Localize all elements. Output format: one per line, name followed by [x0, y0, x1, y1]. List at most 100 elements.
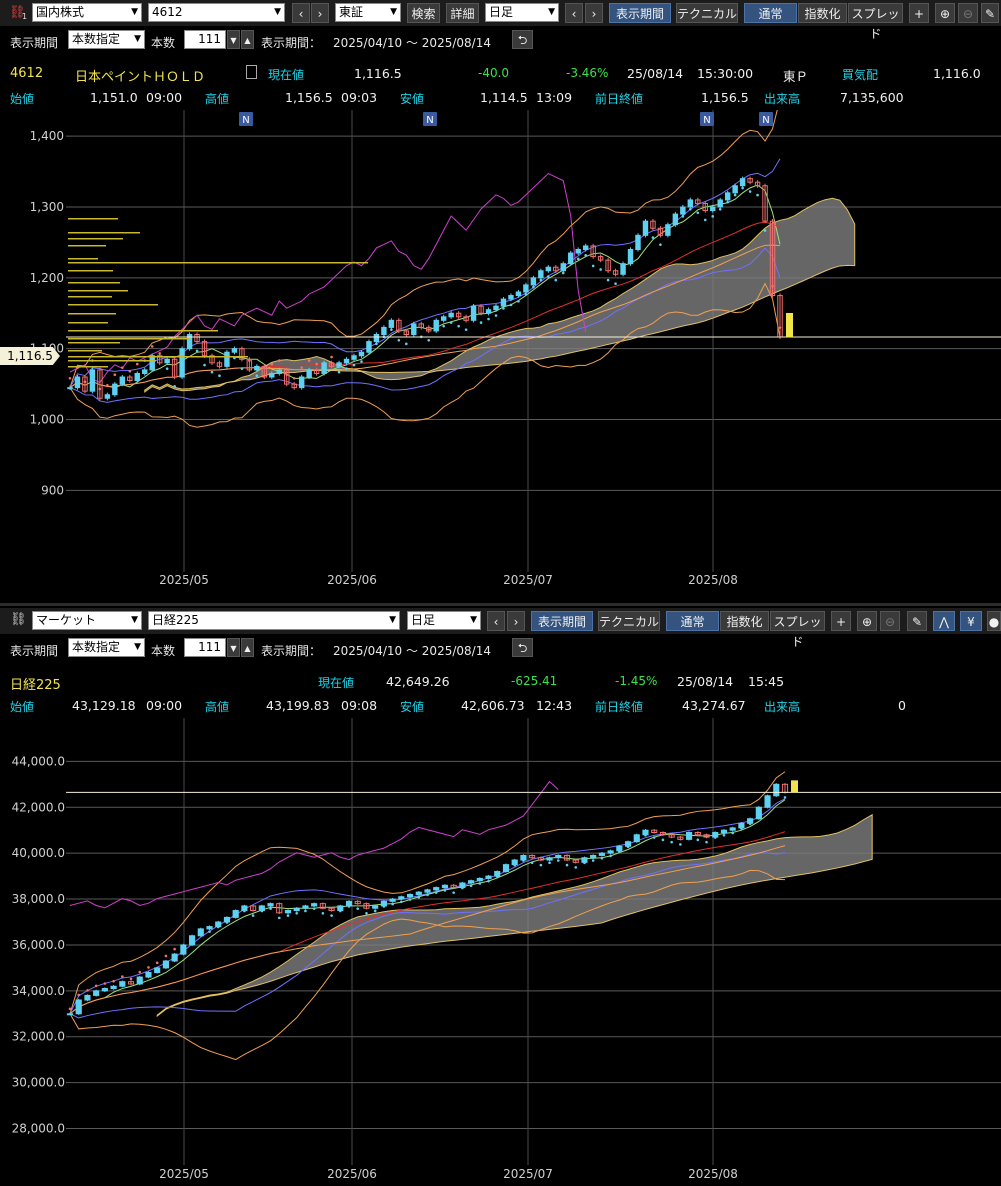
- candle-body: [433, 887, 440, 891]
- count-mode-select[interactable]: 本数指定 ▼: [68, 638, 145, 657]
- prev-period-button[interactable]: ‹: [565, 3, 583, 23]
- yen-icon[interactable]: ¥: [960, 611, 982, 631]
- candle-body: [112, 383, 118, 396]
- document-icon[interactable]: [246, 65, 257, 79]
- zoom-in-icon[interactable]: ⊕: [935, 3, 955, 23]
- parabolic-dot: [321, 911, 325, 915]
- volume-profile-bar: [68, 330, 218, 332]
- count-input[interactable]: 111: [184, 30, 226, 49]
- display-period-button[interactable]: 表示期間: [609, 3, 671, 23]
- period-select[interactable]: 日足 ▼: [407, 611, 481, 630]
- spread-mode-button[interactable]: スプレッド: [770, 611, 825, 649]
- index-price-chart[interactable]: 44,000.0 42,000.0 40,000.0 38,000.0 36,000.0…: [0, 718, 1001, 1186]
- reset-icon[interactable]: ⮌: [512, 30, 533, 49]
- candle-body: [321, 362, 327, 374]
- zoom-out-icon[interactable]: ⊖: [958, 3, 978, 23]
- reset-icon[interactable]: ⮌: [512, 638, 533, 657]
- open-time: 09:00: [146, 90, 183, 105]
- parabolic-dot: [345, 367, 348, 370]
- high-label: 高値: [205, 92, 230, 106]
- detail-button[interactable]: 詳細: [446, 3, 479, 23]
- index-mode-button[interactable]: 指数化: [720, 611, 769, 631]
- exchange-select[interactable]: 東証 ▼: [335, 3, 401, 22]
- technical-button[interactable]: テクニカル: [598, 611, 660, 631]
- prev-stock-button[interactable]: ‹: [292, 3, 310, 23]
- count-mode-select[interactable]: 本数指定 ▼: [68, 30, 145, 49]
- link-number: 1: [22, 12, 28, 21]
- quote-time: 15:45: [748, 674, 785, 689]
- next-period-button[interactable]: ›: [507, 611, 525, 631]
- parabolic-dot: [556, 859, 560, 862]
- x-tick-label: 2025/05: [159, 1167, 209, 1181]
- stock-price-chart[interactable]: 1,4001,3001,2001,1001,0009002025/052025/…: [0, 110, 1001, 601]
- next-stock-button[interactable]: ›: [311, 3, 329, 23]
- open-label: 始値: [10, 700, 35, 714]
- candle-body: [560, 263, 566, 272]
- trend-icon[interactable]: ⋀: [933, 611, 955, 631]
- y-tick-label: 1,000: [30, 413, 64, 427]
- count-input[interactable]: 111: [184, 638, 226, 657]
- normal-mode-button[interactable]: 通常: [744, 3, 797, 23]
- pen-icon[interactable]: ✎: [981, 3, 999, 23]
- period-select[interactable]: 日足 ▼: [485, 3, 559, 22]
- market-select[interactable]: 国内株式 ▼: [32, 3, 142, 22]
- count-down-button[interactable]: ▼: [227, 30, 240, 49]
- link-icon[interactable]: ⛓: [10, 612, 27, 627]
- panel-divider[interactable]: [0, 603, 1001, 606]
- stock-code-input[interactable]: 4612 ▼: [148, 3, 285, 22]
- next-period-button[interactable]: ›: [585, 3, 603, 23]
- market-select[interactable]: マーケット ▼: [32, 611, 142, 630]
- candle-body: [162, 960, 169, 969]
- candle-body: [411, 323, 417, 335]
- parabolic-dot: [405, 342, 408, 346]
- add-icon[interactable]: +: [831, 611, 851, 631]
- x-tick-label: 2025/07: [503, 1167, 553, 1181]
- candle-body: [119, 376, 126, 385]
- candle-body: [269, 372, 275, 378]
- stock-quote-row2: 始値 1,151.0 09:00 高値 1,156.5 09:03 安値 1,1…: [0, 86, 1001, 110]
- index-mode-button[interactable]: 指数化: [798, 3, 847, 23]
- parabolic-dot: [155, 961, 159, 965]
- pen-icon[interactable]: ✎: [907, 611, 927, 631]
- parabolic-dot: [286, 914, 290, 917]
- add-icon[interactable]: +: [909, 3, 929, 23]
- candle-body: [712, 831, 719, 838]
- parabolic-dot: [659, 243, 662, 246]
- zoom-in-icon[interactable]: ⊕: [857, 611, 877, 631]
- parabolic-dot: [68, 1007, 72, 1011]
- candle-body: [311, 903, 318, 907]
- candle-body: [440, 316, 447, 321]
- parabolic-dot: [315, 362, 318, 366]
- parabolic-dot: [135, 362, 139, 366]
- technical-button[interactable]: テクニカル: [676, 3, 738, 23]
- count-up-button[interactable]: ▲: [241, 638, 254, 657]
- candle-body: [149, 355, 155, 371]
- candle-body: [590, 854, 597, 859]
- count-up-button[interactable]: ▲: [241, 30, 254, 49]
- parabolic-dot: [121, 975, 124, 978]
- prev-period-button[interactable]: ‹: [487, 611, 505, 631]
- candle-body: [343, 358, 350, 364]
- count-down-button[interactable]: ▼: [227, 638, 240, 657]
- candle-body: [171, 953, 178, 962]
- search-button[interactable]: 検索: [407, 3, 440, 23]
- candle-body: [470, 305, 477, 321]
- display-period-button[interactable]: 表示期間: [531, 611, 593, 631]
- index-select[interactable]: 日経225 ▼: [148, 611, 400, 630]
- more-icon[interactable]: ●: [987, 611, 1001, 631]
- high-time: 09:03: [341, 90, 378, 105]
- range-label: 表示期間：: [261, 644, 322, 658]
- candle-body: [448, 312, 454, 318]
- candle-body: [254, 365, 260, 371]
- normal-mode-button[interactable]: 通常: [666, 611, 719, 631]
- range-value: 2025/04/10 ～ 2025/08/14: [333, 36, 491, 50]
- parabolic-dot: [292, 376, 296, 380]
- candle-body: [582, 245, 589, 250]
- spread-mode-button[interactable]: スプレッド: [848, 3, 903, 41]
- parabolic-dot: [77, 993, 81, 997]
- change-value: -625.41: [511, 674, 558, 688]
- parabolic-dot: [576, 257, 580, 261]
- candle-body: [568, 252, 574, 265]
- volume-profile-bar: [68, 360, 156, 362]
- zoom-out-icon[interactable]: ⊖: [880, 611, 900, 631]
